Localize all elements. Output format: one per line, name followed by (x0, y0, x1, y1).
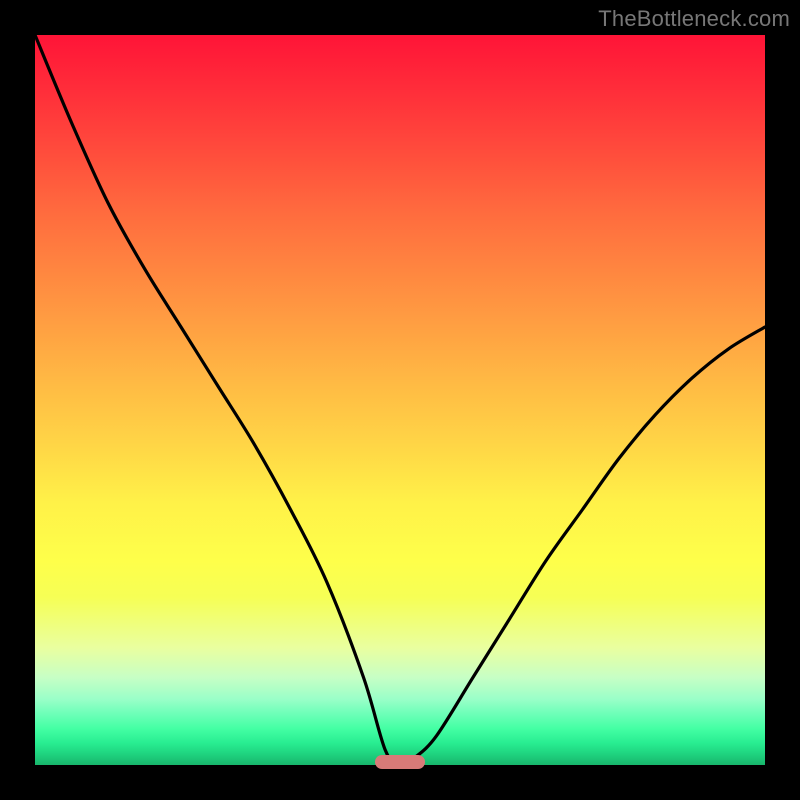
chart-container: TheBottleneck.com (0, 0, 800, 800)
optimal-marker (375, 755, 425, 769)
watermark-text: TheBottleneck.com (598, 6, 790, 32)
bottleneck-curve (35, 35, 765, 765)
plot-area (35, 35, 765, 765)
curve-svg (35, 35, 765, 765)
